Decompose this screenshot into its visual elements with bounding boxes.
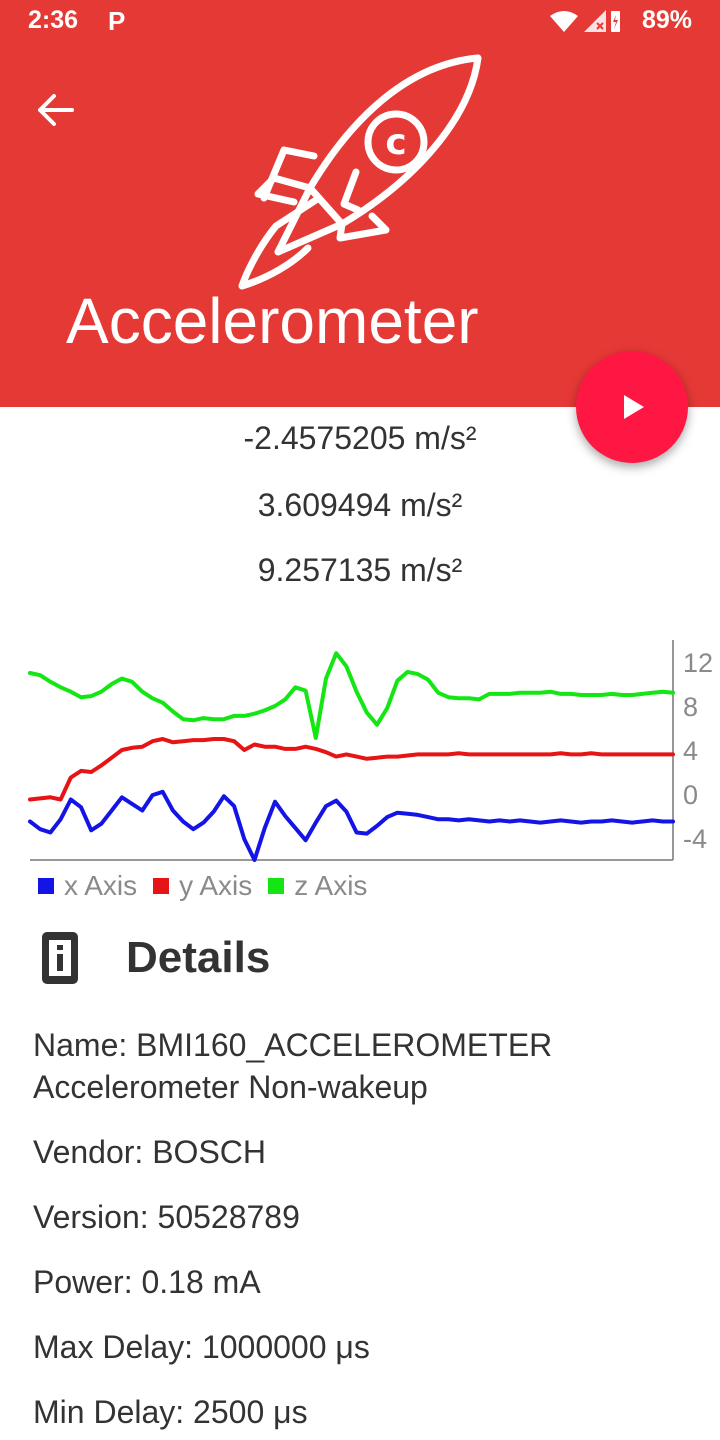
play-icon <box>624 395 644 419</box>
legend-item-x: x Axis <box>38 870 137 902</box>
battery-level: 89% <box>641 6 692 34</box>
back-button[interactable] <box>36 92 76 128</box>
y-tick-label: 4 <box>683 736 698 766</box>
y-tick-label: 8 <box>683 692 698 722</box>
legend-item-y: y Axis <box>153 870 252 902</box>
detail-power: Power: 0.18 mA <box>33 1264 261 1300</box>
details-title: Details <box>126 933 271 982</box>
details-header: Details <box>40 928 270 988</box>
app-header: 2:36 P 89% c Accelerometer <box>0 0 720 407</box>
series-line-x <box>28 789 675 862</box>
legend-swatch-z <box>268 878 285 894</box>
y-tick-label: -4 <box>683 824 707 854</box>
wifi-icon <box>550 11 578 32</box>
notification-app-icon: P <box>108 6 126 36</box>
signal-icon <box>584 10 606 32</box>
detail-name: Name: BMI160_ACCELEROMETER Accelerometer… <box>33 1027 553 1105</box>
rocket-icon: c <box>238 54 482 290</box>
detail-version: Version: 50528789 <box>33 1199 300 1235</box>
legend-swatch-y <box>153 878 170 894</box>
legend-label-y: y Axis <box>179 870 253 901</box>
legend-label-z: z Axis <box>294 870 368 901</box>
status-time: 2:36 <box>28 6 79 34</box>
status-icons <box>548 8 620 39</box>
reading-x: -2.4575205 m/s² <box>243 420 477 456</box>
detail-min-delay: Min Delay: 2500 μs <box>33 1394 308 1430</box>
legend-label-x: x Axis <box>64 870 138 901</box>
svg-text:c: c <box>385 122 406 163</box>
series-line-y <box>28 737 675 802</box>
detail-vendor: Vendor: BOSCH <box>33 1134 266 1170</box>
y-tick-label: 12 <box>683 648 713 678</box>
legend-swatch-x <box>38 878 54 894</box>
y-tick-label: 0 <box>683 780 698 810</box>
arrow-left-icon <box>38 94 74 126</box>
reading-y: 3.609494 m/s² <box>257 487 463 523</box>
chart-legend: x Axis y Axis z Axis <box>38 870 383 902</box>
detail-max-delay: Max Delay: 1000000 μs <box>33 1329 370 1365</box>
legend-item-z: z Axis <box>268 870 367 902</box>
battery-icon <box>611 11 620 32</box>
series-line-z <box>28 651 675 740</box>
reading-z: 9.257135 m/s² <box>257 552 463 588</box>
info-card-icon <box>42 932 78 984</box>
sensor-chart: 12 8 4 0 -4 <box>20 635 720 870</box>
status-bar: 2:36 P 89% <box>0 0 720 44</box>
page-title: Accelerometer <box>66 285 479 357</box>
